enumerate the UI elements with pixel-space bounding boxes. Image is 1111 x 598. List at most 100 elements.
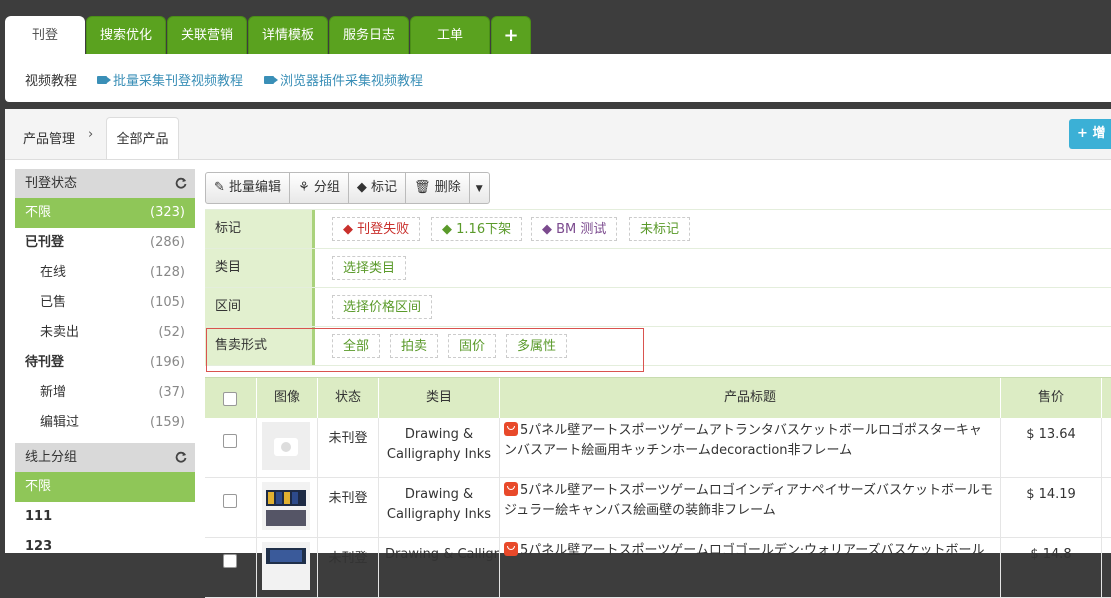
sidebar-item-label: 111: [25, 509, 53, 524]
button-label: 分组: [313, 180, 340, 195]
plus-icon: +: [1077, 126, 1088, 141]
chevron-right-icon: ›: [88, 127, 94, 142]
sidebar-item-published[interactable]: 已刊登 (286): [15, 228, 195, 258]
filter-label: 区间: [205, 288, 315, 326]
tag-icon: ◆: [356, 180, 367, 195]
tab-related-marketing[interactable]: 关联营销: [167, 16, 247, 54]
tab-label: 关联营销: [180, 28, 233, 43]
breadcrumb-parent[interactable]: 产品管理: [23, 128, 75, 147]
table-row[interactable]: 未刊登 Drawing & Calligraphy Inks 5パネル壁アートス…: [205, 478, 1111, 538]
sidebar-item-unsold[interactable]: 未卖出 (52): [15, 318, 195, 348]
tab-search-optimize[interactable]: 搜索优化: [86, 16, 166, 54]
plus-icon: +: [503, 25, 519, 46]
sidebar-item-label: 已售: [40, 295, 67, 310]
title-text: 5パネル壁アートスポーツゲームロゴインディアナペイサーズバスケットボールモジュラ…: [504, 483, 994, 518]
header-price: 售价: [1001, 378, 1102, 418]
table-row[interactable]: 未刊登 Drawing & Calligraphy Inks 5パネル壁アートス…: [205, 418, 1111, 478]
row-title[interactable]: 5パネル壁アートスポーツゲームロゴゴールデン·ウォリアーズバスケットボール: [500, 538, 1001, 597]
tab-label: 详情模板: [261, 28, 314, 43]
sidebar-item-label: 编辑过: [40, 415, 80, 430]
tag-unmarked[interactable]: 未标记: [629, 217, 691, 241]
batch-edit-button[interactable]: ✎ 批量编辑: [206, 173, 291, 203]
sidebar-item-count: (105): [150, 295, 185, 310]
group-button[interactable]: ⚘ 分组: [290, 173, 349, 203]
select-all-checkbox[interactable]: [223, 392, 237, 406]
sidebar-item-label: 未卖出: [40, 325, 80, 340]
row-price: $ 14.19: [1001, 478, 1102, 537]
tag-publish-failed[interactable]: ◆ 刊登失败: [332, 217, 421, 241]
top-tab-bar: 刊登 搜索优化 关联营销 详情模板 服务日志 工单 +: [0, 0, 1111, 54]
sidebar-item-online[interactable]: 在线 (128): [15, 258, 195, 288]
plugin-collect-video-link[interactable]: 浏览器插件采集视频教程: [264, 70, 423, 89]
video-icon: [264, 76, 278, 84]
row-price: $ 14.8: [1001, 538, 1102, 597]
header-status: 状态: [318, 378, 379, 418]
row-category: Drawing & Calligr: [379, 538, 500, 597]
row-checkbox[interactable]: [223, 554, 237, 568]
sidebar-item-pending[interactable]: 待刊登 (196): [15, 348, 195, 378]
title-text: 5パネル壁アートスポーツゲームアトランタバスケットボールロゴポスターキャンバスア…: [504, 423, 982, 458]
sidebar-item-count: (286): [150, 235, 185, 250]
batch-collect-video-link[interactable]: 批量采集刊登视频教程: [97, 70, 243, 89]
video-icon: [97, 76, 111, 84]
sidebar-item-group-123[interactable]: 123: [15, 532, 195, 562]
aliexpress-icon: [504, 482, 518, 496]
more-dropdown-button[interactable]: ▼: [470, 173, 489, 203]
sidebar-item-label: 在线: [40, 265, 67, 280]
bulk-action-toolbar: ✎ 批量编辑 ⚘ 分组 ◆ 标记 🗑 删除 ▼: [205, 172, 490, 204]
image-placeholder-icon: [262, 422, 310, 470]
link-label: 批量采集刊登视频教程: [113, 74, 244, 89]
tag-bm-test[interactable]: ◆ BM 测试: [531, 217, 618, 241]
sidebar-item-count: (37): [158, 385, 185, 400]
tab-label: 工单: [436, 28, 463, 43]
sidebar-item-count: (159): [150, 415, 185, 430]
sidebar: 刊登状态 不限 (323) 已刊登 (286) 在线 (128) 已售 (105) 未卖…: [15, 169, 195, 562]
tab-detail-template[interactable]: 详情模板: [248, 16, 328, 54]
row-title[interactable]: 5パネル壁アートスポーツゲームアトランタバスケットボールロゴポスターキャンバスア…: [500, 418, 1001, 477]
tag-label: 选择类目: [343, 261, 396, 276]
row-title[interactable]: 5パネル壁アートスポーツゲームロゴインディアナペイサーズバスケットボールモジュラ…: [500, 478, 1001, 537]
sidebar-item-all[interactable]: 不限 (323): [15, 198, 195, 228]
row-category: Drawing & Calligraphy Inks: [379, 418, 500, 477]
add-tab-button[interactable]: +: [491, 16, 531, 54]
row-status: 未刊登: [318, 418, 379, 477]
row-category: Drawing & Calligraphy Inks: [379, 478, 500, 537]
sidebar-item-group-all[interactable]: 不限: [15, 472, 195, 502]
delete-button[interactable]: 🗑 删除: [406, 173, 470, 203]
button-label: 标记: [371, 180, 398, 195]
refresh-icon[interactable]: [175, 177, 187, 189]
sidebar-item-group-111[interactable]: 111: [15, 502, 195, 532]
breadcrumb: 产品管理 › 全部产品 + 增: [5, 109, 1111, 160]
row-checkbox[interactable]: [223, 434, 237, 448]
row-checkbox[interactable]: [223, 494, 237, 508]
sidebar-item-label: 待刊登: [25, 355, 65, 370]
table-header: 图像 状态 类目 产品标题 售价: [205, 377, 1111, 418]
sidebar-item-count: (128): [150, 265, 185, 280]
sidebar-item-count: (196): [150, 355, 185, 370]
mark-button[interactable]: ◆ 标记: [349, 173, 407, 203]
sidebar-item-sold[interactable]: 已售 (105): [15, 288, 195, 318]
select-all-cell: [205, 378, 257, 418]
breadcrumb-current-tab[interactable]: 全部产品: [106, 117, 179, 159]
tag-1-16-offshelf[interactable]: ◆ 1.16下架: [431, 217, 523, 241]
tab-service-log[interactable]: 服务日志: [329, 16, 409, 54]
refresh-icon[interactable]: [175, 451, 187, 463]
select-category-button[interactable]: 选择类目: [332, 256, 407, 280]
sidebar-item-new[interactable]: 新增 (37): [15, 378, 195, 408]
tab-ticket[interactable]: 工单: [410, 16, 490, 54]
sidebar-item-edited[interactable]: 编辑过 (159): [15, 408, 195, 438]
tag-label: 选择价格区间: [343, 300, 422, 315]
video-tutorial-bar: 视频教程 批量采集刊登视频教程 浏览器插件采集视频教程: [5, 54, 1111, 102]
table-row[interactable]: 未刊登 Drawing & Calligr 5パネル壁アートスポーツゲームロゴゴ…: [205, 538, 1111, 598]
link-label: 浏览器插件采集视频教程: [280, 74, 424, 89]
tab-publish[interactable]: 刊登: [5, 16, 85, 54]
select-price-range-button[interactable]: 选择价格区间: [332, 295, 433, 319]
tag-label: BM 测试: [556, 222, 607, 237]
filter-row-category: 类目 选择类目: [205, 248, 1111, 287]
sidebar-item-label: 新增: [40, 385, 67, 400]
tag-label: 刊登失败: [357, 222, 410, 237]
add-product-button[interactable]: + 增: [1069, 119, 1111, 149]
filter-label: 标记: [205, 210, 315, 248]
tag-icon: ◆: [442, 222, 452, 237]
row-status: 未刊登: [318, 538, 379, 597]
